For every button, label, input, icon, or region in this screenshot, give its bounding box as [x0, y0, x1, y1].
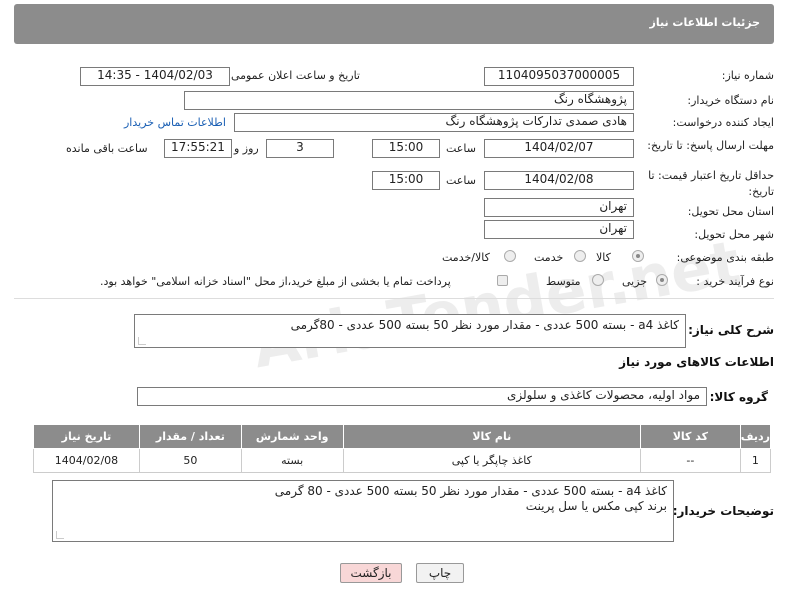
- delivery-city-field: تهران: [484, 220, 634, 239]
- announce-datetime-label: تاریخ و ساعت اعلان عمومی:: [227, 69, 360, 82]
- purchase-type-option-minor: جزیی: [622, 275, 648, 288]
- reply-deadline-days: 3: [266, 139, 334, 158]
- cell-item-name: کاغذ چاپگر یا کپی: [342, 448, 641, 473]
- treasury-payment-note: پرداخت تمام یا بخشی از مبلغ خرید،از محل …: [100, 275, 451, 288]
- category-radio-service[interactable]: [574, 250, 586, 262]
- goods-group-label: گروه کالا:: [709, 390, 768, 404]
- delivery-city-label: شهر محل تحویل:: [694, 228, 774, 241]
- table-header-row: ردیف کد کالا نام کالا واحد شمارش تعداد /…: [33, 424, 772, 449]
- back-button[interactable]: بازگشت: [340, 563, 402, 583]
- reply-deadline-time: 15:00: [372, 139, 440, 158]
- table-row: 1 -- کاغذ چاپگر یا کپی بسته 50 1404/02/0…: [33, 448, 772, 473]
- cell-need-date: 1404/02/08: [33, 448, 140, 473]
- reply-deadline-remaining-label: ساعت باقی مانده: [66, 142, 148, 155]
- cell-row-number: 1: [739, 448, 772, 473]
- price-validity-label: حداقل تاریخ اعتبار قیمت: تا تاریخ:: [648, 169, 774, 198]
- category-label: طبقه بندی موضوعی:: [676, 251, 774, 264]
- cell-quantity: 50: [138, 448, 242, 473]
- price-validity-time: 15:00: [372, 171, 440, 190]
- buyer-notes-line-2: برند کپی مکس یا سل پرینت: [525, 499, 667, 513]
- purchase-type-option-medium: متوسط: [546, 275, 581, 288]
- purchase-type-radio-medium[interactable]: [592, 274, 604, 286]
- print-button[interactable]: چاپ: [416, 563, 464, 583]
- category-radio-goods-service[interactable]: [504, 250, 516, 262]
- buyer-notes-label: توضیحات خریدار:: [672, 504, 774, 518]
- col-header-item-name: نام کالا: [342, 424, 641, 449]
- requester-field: هادی صمدی تدارکات پژوهشگاه رنگ: [234, 113, 634, 132]
- announce-datetime-field: 1404/02/03 - 14:35: [80, 67, 230, 86]
- buyer-org-label: نام دستگاه خریدار:: [687, 94, 774, 107]
- description-text: کاغذ a4 - بسته 500 عددی - مقدار مورد نظر…: [290, 318, 679, 332]
- goods-table: ردیف کد کالا نام کالا واحد شمارش تعداد /…: [33, 424, 772, 473]
- buyer-notes-field: کاغذ a4 - بسته 500 عددی - مقدار مورد نظر…: [52, 480, 674, 542]
- delivery-province-field: تهران: [484, 198, 634, 217]
- col-header-need-date: تاریخ نیاز: [33, 424, 140, 449]
- page-title: جزئیات اطلاعات نیاز: [649, 16, 761, 29]
- buyer-notes-line-1: کاغذ a4 - بسته 500 عددی - مقدار مورد نظر…: [274, 484, 667, 498]
- reply-deadline-time-label: ساعت: [446, 142, 476, 155]
- price-validity-time-label: ساعت: [446, 174, 476, 187]
- cell-unit: بسته: [240, 448, 344, 473]
- buyer-org-field: پژوهشگاه رنگ: [184, 91, 634, 110]
- cell-item-code: --: [639, 448, 741, 473]
- reply-deadline-remaining: 17:55:21: [164, 139, 232, 158]
- col-header-unit: واحد شمارش: [240, 424, 344, 449]
- reply-deadline-days-label: روز و: [234, 142, 259, 155]
- description-label: شرح کلی نیاز:: [688, 323, 774, 337]
- purchase-type-label: نوع فرآیند خرید :: [696, 275, 774, 288]
- page-header: جزئیات اطلاعات نیاز: [14, 4, 774, 44]
- col-header-row-number: ردیف: [739, 424, 772, 449]
- need-number-field: 1104095037000005: [484, 67, 634, 86]
- requester-label: ایجاد کننده درخواست:: [672, 116, 774, 129]
- reply-deadline-date: 1404/02/07: [484, 139, 634, 158]
- description-field: کاغذ a4 - بسته 500 عددی - مقدار مورد نظر…: [134, 314, 686, 348]
- divider: [14, 298, 774, 299]
- category-option-goods: کالا: [596, 251, 611, 264]
- category-option-service: خدمت: [534, 251, 564, 264]
- category-option-goods-service: کالا/خدمت: [442, 251, 490, 264]
- goods-group-field: مواد اولیه، محصولات کاغذی و سلولزی: [137, 387, 707, 406]
- category-radio-goods[interactable]: [632, 250, 644, 262]
- reply-deadline-label: مهلت ارسال پاسخ: تا تاریخ:: [647, 139, 774, 152]
- price-validity-date: 1404/02/08: [484, 171, 634, 190]
- resize-handle[interactable]: [138, 337, 146, 345]
- buyer-contact-link[interactable]: اطلاعات تماس خریدار: [124, 116, 226, 129]
- delivery-province-label: استان محل تحویل:: [687, 205, 774, 218]
- col-header-quantity: تعداد / مقدار: [138, 424, 242, 449]
- resize-handle[interactable]: [56, 531, 64, 539]
- treasury-payment-checkbox[interactable]: [497, 275, 508, 286]
- purchase-type-radio-minor[interactable]: [656, 274, 668, 286]
- col-header-item-code: کد کالا: [639, 424, 741, 449]
- goods-section-title: اطلاعات کالاهای مورد نیاز: [619, 355, 774, 369]
- need-number-label: شماره نیاز:: [721, 69, 774, 82]
